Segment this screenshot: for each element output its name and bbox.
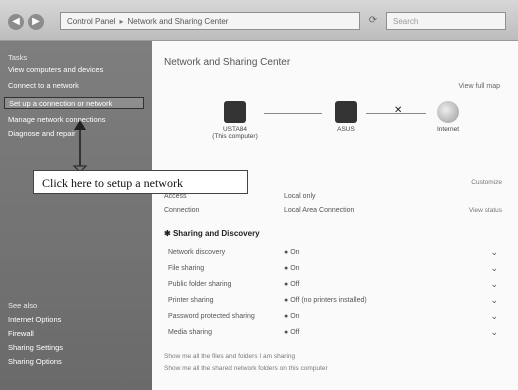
chevron-down-icon[interactable]: ⌄ [490,279,498,290]
share-value-text: On [290,265,300,272]
crumb-control-panel[interactable]: Control Panel [67,17,115,26]
sidebar-see-also-header: See also [8,301,38,310]
share-value: ● Off (no printers installed) [284,297,367,304]
share-row-password: Password protected sharing ● On ⌄ [152,311,518,325]
share-row-network-discovery: Network discovery ● On ⌄ [152,247,518,261]
share-value: ● On [284,313,300,320]
annotation-arrow [72,120,88,172]
node-name: ASUS [337,126,355,133]
chevron-down-icon[interactable]: ⌄ [490,295,498,306]
node-internet: Internet [418,101,478,133]
address-field[interactable]: Control Panel ▸ Network and Sharing Center [60,12,360,30]
node-name: Internet [436,126,460,133]
crumb-network-center[interactable]: Network and Sharing Center [128,17,229,26]
share-row-media: Media sharing ● Off ⌄ [152,327,518,341]
customize-link[interactable]: Customize [471,179,502,186]
show-shared-files-link[interactable]: Show me all the files and folders I am s… [164,353,295,360]
share-value-text: Off [290,281,300,288]
share-value: ● On [284,265,300,272]
sidebar-tasks-header: Tasks [8,53,28,62]
share-value: ● On [284,249,300,256]
router-icon [335,101,357,123]
sidebar-item-sharing-settings[interactable]: Sharing Settings [8,343,63,352]
sidebar-item-firewall[interactable]: Firewall [8,329,34,338]
forward-icon[interactable]: ▶ [28,14,44,30]
computer-icon [224,101,246,123]
sharing-discovery-title: Sharing and Discovery [172,229,260,238]
sidebar: Tasks View computers and devices Connect… [0,41,152,390]
address-bar: ◀ ▶ Control Panel ▸ Network and Sharing Ce… [0,0,518,41]
refresh-icon[interactable]: ⟳ [364,12,382,30]
share-value-text: On [290,249,300,256]
sidebar-item-view-computers[interactable]: View computers and devices [8,65,103,74]
connection-value: Local Area Connection [284,207,355,214]
view-full-map-link[interactable]: View full map [458,83,500,90]
share-value: ● Off [284,329,300,336]
sidebar-item-internet-options[interactable]: Internet Options [8,315,61,324]
search-input[interactable]: Search [386,12,506,30]
sidebar-item-setup-connection[interactable]: Set up a connection or network [4,97,144,109]
node-sub: (This computer) [212,133,258,140]
show-shared-folders-link[interactable]: Show me all the shared network folders o… [164,365,328,372]
main-panel: Network and Sharing Center View full map… [152,41,518,390]
share-value-text: On [290,313,300,320]
share-label: Printer sharing [168,297,214,304]
share-label: Network discovery [168,249,226,256]
sharing-icon: ✱ [164,229,173,238]
share-value-text: Off [290,329,300,336]
chevron-down-icon[interactable]: ⌄ [490,247,498,258]
share-row-file-sharing: File sharing ● On ⌄ [152,263,518,277]
connection-line [264,113,322,114]
node-asus: ASUS [316,101,376,133]
share-label: Public folder sharing [168,281,232,288]
share-label: Media sharing [168,329,212,336]
share-row-public-folder: Public folder sharing ● Off ⌄ [152,279,518,293]
back-icon[interactable]: ◀ [8,14,24,30]
node-name: USTA84 [222,126,248,133]
chevron-down-icon[interactable]: ⌄ [490,263,498,274]
share-value: ● Off [284,281,300,288]
share-value-text: Off (no printers installed) [290,297,367,304]
window: ◀ ▶ Control Panel ▸ Network and Sharing Ce… [0,0,518,390]
globe-icon [437,101,459,123]
connection-label: Connection [164,207,200,214]
page-title: Network and Sharing Center [164,57,291,68]
share-label: File sharing [168,265,205,272]
sidebar-item-sharing-options[interactable]: Sharing Options [8,357,62,366]
access-value: Local only [284,193,316,200]
sharing-discovery-header: ✱ Sharing and Discovery [164,229,260,238]
annotation-callout: Click here to setup a network [33,170,248,194]
chevron-right-icon: ▸ [119,17,124,26]
share-label: Password protected sharing [168,313,255,320]
disconnected-x-icon: ✕ [394,105,403,116]
chevron-down-icon[interactable]: ⌄ [490,311,498,322]
share-row-printer: Printer sharing ● Off (no printers insta… [152,295,518,309]
chevron-down-icon[interactable]: ⌄ [490,327,498,338]
node-this-computer: USTA84 (This computer) [200,101,270,140]
view-status-link[interactable]: View status [469,207,502,214]
sidebar-item-connect[interactable]: Connect to a network [8,81,79,90]
